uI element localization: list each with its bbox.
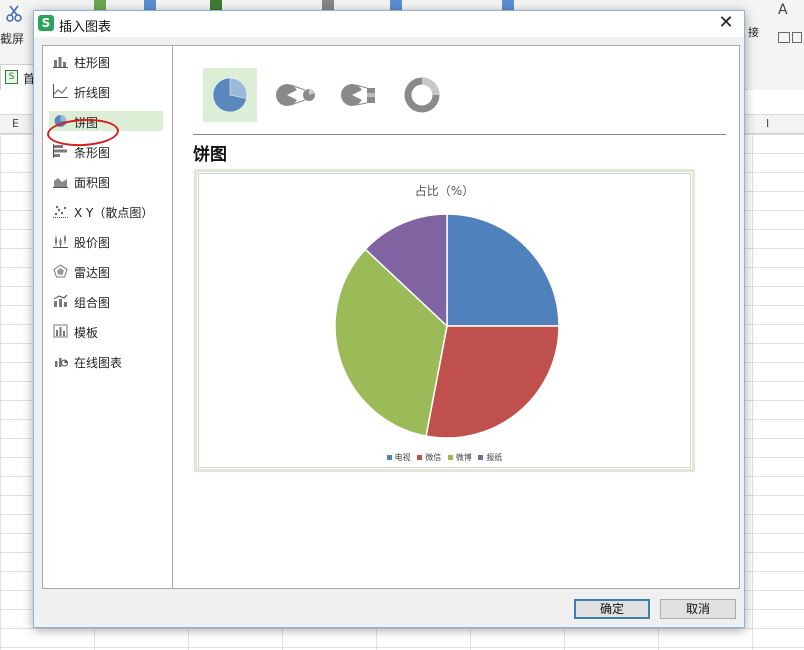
sidebar-item-label: 折线图 [74,86,111,100]
subtype-bar-of-pie[interactable] [331,68,385,122]
chart-type-list: 柱形图 折线图 饼图 条形图 面积图 X Y（散点图） 股价图 雷达图 组合图 … [43,46,173,588]
legend-label: 微信 [425,453,442,462]
sidebar-item-label: 股价图 [74,236,111,250]
close-button[interactable]: ✕ [716,13,736,33]
pie-chart-icon [54,115,67,127]
sidebar-item-online-chart[interactable]: 在线图表 [49,351,163,371]
ribbon-right-area: A 接 [748,0,804,90]
sidebar-item-label: 模板 [74,326,99,340]
sidebar-item-label: X Y（散点图） [74,206,154,220]
scatter-chart-icon [53,205,68,218]
pie-slice-1[interactable] [446,213,560,327]
pie-slice-2[interactable] [425,325,560,439]
dialog-title-bar[interactable]: S 插入图表 ✕ [34,11,744,37]
insert-chart-dialog: S 插入图表 ✕ 柱形图 折线图 饼图 条形图 面积图 X Y（散点图） 股价图… [33,10,745,628]
font-a-icon[interactable]: A [778,2,788,18]
sidebar-item-label: 在线图表 [74,356,123,370]
legend-item: 微信 [417,452,441,463]
scissors-icon [6,5,22,22]
legend-swatch [417,455,423,460]
legend-item: 微博 [447,452,472,463]
pie-subtype-icon [212,77,248,113]
pie-of-pie-icon [276,84,315,106]
legend-swatch [447,455,453,460]
sidebar-item-label: 组合图 [74,296,111,310]
screenshot-button-label[interactable]: 截屏 [0,30,24,47]
area-chart-icon [53,178,68,188]
column-header-e[interactable]: E [12,117,19,130]
pie-subtype-list [203,68,463,124]
checkbox-icon[interactable] [792,32,802,43]
column-header-i[interactable]: I [766,117,769,130]
ribbon-toolbar-strip [90,0,750,10]
sidebar-item-pie[interactable]: 饼图 [49,111,163,131]
chart-preview-inner: 占比（%） 电视 微信 微博 报纸 [198,173,691,468]
app-logo-icon: S [38,15,54,31]
bar-chart-icon [53,144,67,158]
spreadsheet-icon: S [5,70,18,84]
sidebar-item-template[interactable]: 模板 [49,321,163,341]
legend-item: 报纸 [478,452,502,463]
combo-chart-icon [53,294,68,307]
preview-section-title: 饼图 [193,145,227,165]
legend-label: 微博 [455,453,472,462]
legend-item: 电视 [386,452,411,463]
sidebar-item-label: 雷达图 [74,266,111,280]
ok-button[interactable]: 确定 [574,599,650,619]
legend-swatch [478,455,484,460]
legend-label: 报纸 [486,453,503,462]
preview-divider [193,134,726,135]
line-chart-icon [53,84,68,98]
sidebar-item-scatter[interactable]: X Y（散点图） [49,201,163,221]
sidebar-item-radar[interactable]: 雷达图 [49,261,163,281]
subtype-pie-of-pie[interactable] [267,68,321,122]
sidebar-item-area[interactable]: 面积图 [49,171,163,191]
cancel-button[interactable]: 取消 [660,599,736,619]
subtype-doughnut[interactable] [395,68,449,122]
legend-swatch [386,455,392,460]
stock-chart-icon [53,235,68,248]
doughnut-icon [404,77,440,113]
checkbox-icon[interactable] [778,32,790,43]
legend-label: 电视 [394,453,411,462]
sidebar-item-label: 饼图 [74,116,99,130]
sheet-tab[interactable]: S 首 [0,64,36,90]
chart-preview: 占比（%） 电视 微信 微博 报纸 [194,169,695,472]
sidebar-item-label: 条形图 [74,146,111,160]
subtype-pie[interactable] [203,68,257,122]
column-chart-icon [53,57,68,68]
sidebar-item-label: 面积图 [74,176,111,190]
online-chart-icon [55,358,68,367]
chart-legend: 电视 微信 微博 报纸 [199,452,690,463]
sidebar-item-combo[interactable]: 组合图 [49,291,163,311]
ribbon-right-label[interactable]: 接 [748,24,759,40]
sidebar-item-bar[interactable]: 条形图 [49,141,163,161]
dialog-content-panel: 柱形图 折线图 饼图 条形图 面积图 X Y（散点图） 股价图 雷达图 组合图 … [42,45,740,589]
pie-chart [334,213,560,439]
radar-chart-icon [53,264,68,278]
bar-of-pie-icon [341,84,375,106]
sidebar-item-line[interactable]: 折线图 [49,81,163,101]
template-icon [53,324,68,338]
sidebar-item-label: 柱形图 [74,56,111,70]
sidebar-item-stock[interactable]: 股价图 [49,231,163,251]
dialog-title: 插入图表 [59,20,112,35]
sidebar-item-column[interactable]: 柱形图 [49,51,163,71]
